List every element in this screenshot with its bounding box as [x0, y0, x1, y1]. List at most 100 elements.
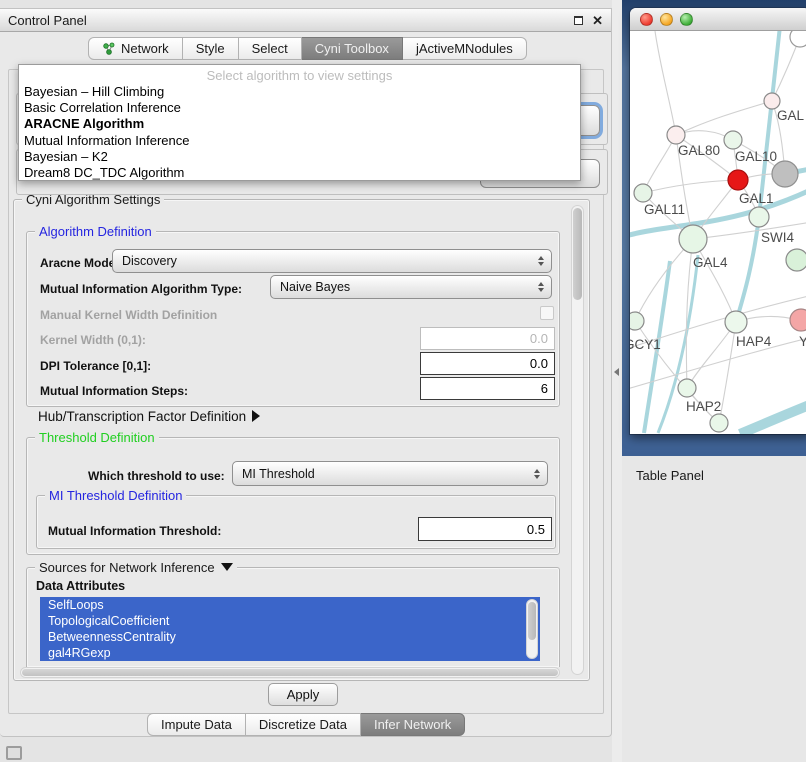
- minimize-window-icon[interactable]: [660, 13, 673, 26]
- network-window-titlebar[interactable]: [630, 8, 806, 31]
- network-node-hap4[interactable]: [725, 311, 747, 333]
- aracne-mode-combo[interactable]: Discovery: [112, 249, 552, 273]
- collapsed-panel-icon[interactable]: [6, 746, 22, 760]
- network-node-hap2[interactable]: [678, 379, 696, 397]
- mi-threshold-definition-label: MI Threshold Definition: [45, 488, 186, 503]
- tab-label: Style: [196, 38, 225, 60]
- manual-kernel-width-checkbox[interactable]: [540, 306, 554, 320]
- dpi-tolerance-field[interactable]: 0.0: [420, 352, 555, 375]
- settings-vertical-scrollbar[interactable]: [571, 205, 584, 675]
- settings-hscroll-thumb[interactable]: [22, 669, 558, 676]
- which-threshold-combo[interactable]: MI Threshold: [232, 461, 548, 486]
- network-node-gcy1[interactable]: [630, 312, 644, 330]
- attribute-list-scroll-thumb[interactable]: [528, 602, 536, 640]
- network-icon: [102, 42, 116, 55]
- network-view-window: GALGAL80GAL10GAL1GAL11SWI4GAL4GCY1HAP4YH…: [630, 8, 806, 434]
- node-label-gal11: GAL11: [644, 202, 685, 217]
- tab-discretize-data[interactable]: Discretize Data: [246, 713, 361, 736]
- close-window-icon[interactable]: [640, 13, 653, 26]
- tab-impute-data[interactable]: Impute Data: [147, 713, 246, 736]
- table-panel-title: Table Panel: [636, 468, 704, 483]
- node-label-hap4: HAP4: [736, 334, 772, 349]
- node-label-gcy1: GCY1: [630, 337, 661, 352]
- network-node-gal10[interactable]: [724, 131, 742, 149]
- network-node-gal80[interactable]: [667, 126, 685, 144]
- node-label-gal4: GAL4: [693, 255, 728, 270]
- mi-steps-label: Mutual Information Steps:: [40, 384, 188, 398]
- settings-scroll-thumb[interactable]: [573, 208, 582, 300]
- network-canvas[interactable]: GALGAL80GAL10GAL1GAL11SWI4GAL4GCY1HAP4YH…: [630, 31, 806, 434]
- tab-select[interactable]: Select: [239, 37, 302, 60]
- menu-item-dream8-dc-tdc-algorithm[interactable]: Dream8 DC_TDC Algorithm: [19, 165, 580, 181]
- network-node-y[interactable]: [790, 309, 806, 331]
- menu-item-mutual-information-inference[interactable]: Mutual Information Inference: [19, 133, 580, 149]
- expanded-arrow-icon: [221, 563, 233, 571]
- network-node-gal11[interactable]: [634, 184, 652, 202]
- combo-spinner-icon: [538, 282, 544, 292]
- menu-item-basic-correlation-inference[interactable]: Basic Correlation Inference: [19, 100, 580, 116]
- table-panel: Table Panel ⚙ shared...name YDL19...YDL1…: [622, 456, 806, 762]
- tab-label: Select: [252, 38, 288, 60]
- apply-button[interactable]: Apply: [268, 683, 338, 706]
- tab-network[interactable]: Network: [88, 37, 183, 60]
- tab-label: Discretize Data: [259, 714, 347, 736]
- settings-horizontal-scrollbar[interactable]: [20, 667, 560, 678]
- control-panel-titlebar: Control Panel ✕: [0, 9, 611, 32]
- network-node-gal4[interactable]: [679, 225, 707, 253]
- tab-cyni-toolbox[interactable]: Cyni Toolbox: [302, 37, 403, 60]
- attribute-item-betweennesscentrality[interactable]: BetweennessCentrality: [40, 629, 540, 645]
- which-threshold-value: MI Threshold: [242, 467, 315, 481]
- control-panel-title: Control Panel: [8, 13, 87, 28]
- attribute-list-scrollbar[interactable]: [526, 599, 538, 659]
- network-node-gal[interactable]: [764, 93, 780, 109]
- control-panel: Control Panel ✕ Network Style Select Cyni T…: [0, 8, 612, 737]
- screen: Control Panel ✕ Network Style Select Cyni T…: [0, 0, 806, 762]
- network-node[interactable]: [790, 31, 806, 47]
- node-label-gal: GAL: [777, 108, 805, 123]
- hub-tf-definition-toggle[interactable]: Hub/Transcription Factor Definition: [38, 409, 260, 424]
- menu-item-bayesian-hill-climbing[interactable]: Bayesian – Hill Climbing: [19, 84, 580, 100]
- algorithm-definition-label: Algorithm Definition: [35, 224, 156, 239]
- attribute-item-topologicalcoefficient[interactable]: TopologicalCoefficient: [40, 613, 540, 629]
- tab-label: Impute Data: [161, 714, 232, 736]
- node-label-gal1: GAL1: [739, 191, 774, 206]
- data-attributes-list: SelfLoopsTopologicalCoefficientBetweenne…: [40, 597, 540, 661]
- node-label-swi4: SWI4: [761, 230, 794, 245]
- kernel-width-field[interactable]: 0.0: [420, 327, 555, 350]
- tab-label: Infer Network: [374, 714, 451, 736]
- mi-algorithm-type-label: Mutual Information Algorithm Type:: [40, 282, 242, 296]
- attribute-item-gal4rgexp[interactable]: gal4RGexp: [40, 645, 540, 661]
- node-label-gal10: GAL10: [735, 149, 777, 164]
- tab-label: jActiveMNodules: [416, 38, 513, 60]
- float-panel-icon[interactable]: [574, 16, 583, 25]
- close-panel-icon[interactable]: ✕: [592, 14, 603, 27]
- network-node[interactable]: [710, 414, 728, 432]
- tab-jactivemnodules[interactable]: jActiveMNodules: [403, 37, 527, 60]
- dpi-tolerance-label: DPI Tolerance [0,1]:: [40, 359, 151, 373]
- combo-spinner-icon: [534, 469, 540, 479]
- attribute-item-selfloops[interactable]: SelfLoops: [40, 597, 540, 613]
- tab-label: Network: [121, 38, 169, 60]
- menu-item-bayesian-k2[interactable]: Bayesian – K2: [19, 149, 580, 165]
- tab-infer-network[interactable]: Infer Network: [361, 713, 465, 736]
- network-node-swi4[interactable]: [749, 207, 769, 227]
- network-node[interactable]: [786, 249, 806, 271]
- threshold-definition-label: Threshold Definition: [35, 430, 159, 445]
- cyni-bottom-tabs: Impute Data Discretize Data Infer Network: [147, 713, 465, 736]
- mi-algorithm-type-combo[interactable]: Naive Bayes: [270, 275, 552, 299]
- mi-threshold-label: Mutual Information Threshold:: [48, 524, 221, 538]
- tab-style[interactable]: Style: [183, 37, 239, 60]
- control-panel-tabs: Network Style Select Cyni Toolbox jActiveMNo…: [88, 37, 527, 60]
- network-node[interactable]: [772, 161, 798, 187]
- panel-splitter[interactable]: [612, 0, 622, 762]
- splitter-collapse-icon[interactable]: [614, 368, 619, 376]
- network-node-gal1[interactable]: [728, 170, 748, 190]
- node-label-hap2: HAP2: [686, 399, 721, 414]
- mi-algorithm-type-value: Naive Bayes: [280, 280, 350, 294]
- menu-item-aracne-algorithm[interactable]: ARACNE Algorithm: [19, 116, 580, 132]
- mi-threshold-field[interactable]: 0.5: [418, 517, 552, 541]
- zoom-window-icon[interactable]: [680, 13, 693, 26]
- sources-group-label: Sources for Network Inference: [35, 560, 237, 575]
- mi-steps-field[interactable]: 6: [420, 377, 555, 400]
- collapsed-arrow-icon: [252, 410, 260, 422]
